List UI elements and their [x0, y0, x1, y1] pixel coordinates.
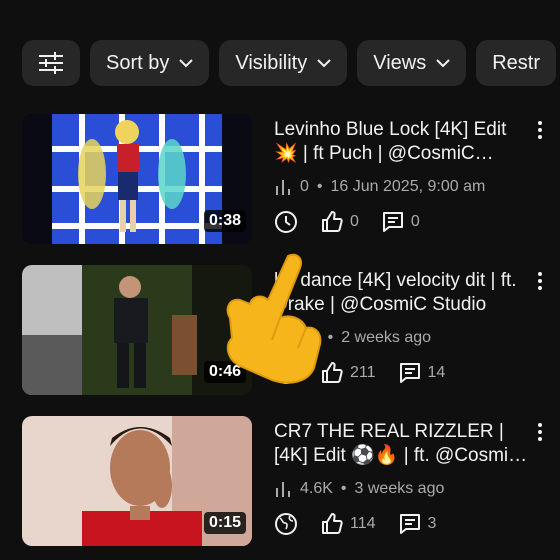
comment-icon — [382, 212, 403, 232]
video-thumbnail[interactable]: 0:38 — [22, 114, 252, 244]
more-options-button[interactable] — [530, 420, 550, 444]
pointing-hand-icon — [226, 253, 322, 384]
comment-icon — [399, 514, 420, 534]
video-duration: 0:15 — [203, 512, 246, 534]
video-stats: 114 3 — [274, 512, 530, 536]
clock-icon — [275, 211, 297, 233]
comment-count: 0 — [410, 213, 420, 230]
video-thumbnail[interactable]: 0:15 — [22, 416, 252, 546]
chevron-down-icon — [436, 59, 450, 68]
chevron-down-icon — [317, 59, 331, 68]
bar-chart-icon — [276, 482, 290, 497]
view-count: 4.6K — [300, 480, 333, 497]
video-stats: 0 0 — [274, 210, 530, 234]
visibility-label: Visibility — [235, 51, 308, 74]
like-count: 0 — [350, 213, 359, 230]
publish-date: 16 Jun 2025, 9:00 am — [330, 178, 486, 195]
more-options-button[interactable] — [530, 269, 550, 293]
visibility-chip[interactable]: Visibility — [219, 40, 348, 86]
filter-chip-bar: Sort by Visibility Views Restr — [22, 40, 560, 86]
video-meta: 0 • 16 Jun 2025, 9:00 am — [274, 176, 530, 198]
like-count: 211 — [350, 364, 376, 381]
bar-chart-icon — [276, 180, 290, 195]
chevron-down-icon — [179, 59, 194, 68]
video-info: CR7 THE REAL RIZZLER | [4K] Edit ⚽🔥 | ft… — [274, 420, 530, 536]
thumbs-up-icon — [322, 211, 343, 232]
sliders-icon — [39, 52, 63, 74]
video-meta: 4.6K • 3 weeks ago — [274, 478, 530, 500]
restrictions-chip[interactable]: Restr — [476, 40, 557, 86]
sort-by-label: Sort by — [106, 51, 170, 74]
video-list-item[interactable]: 0:38 Levinho Blue Lock [4K] Edit 💥 | ft … — [22, 114, 560, 244]
views-chip[interactable]: Views — [357, 40, 467, 86]
restrictions-label: Restr — [492, 51, 541, 74]
video-list-item[interactable]: 0:15 CR7 THE REAL RIZZLER | [4K] Edit ⚽🔥… — [22, 416, 560, 546]
comment-count: 14 — [427, 364, 446, 381]
video-info: Levinho Blue Lock [4K] Edit 💥 | ft Puch … — [274, 118, 530, 234]
meta-separator: • — [316, 178, 323, 195]
video-title[interactable]: Levinho Blue Lock [4K] Edit 💥 | ft Puch … — [274, 118, 530, 166]
filter-settings-button[interactable] — [22, 40, 80, 86]
sort-by-chip[interactable]: Sort by — [90, 40, 210, 86]
views-label: Views — [373, 51, 427, 74]
thumbs-up-icon — [322, 513, 343, 534]
video-duration: 0:38 — [203, 210, 246, 232]
comment-icon — [399, 363, 420, 383]
meta-separator: • — [340, 480, 347, 497]
video-title[interactable]: CR7 THE REAL RIZZLER | [4K] Edit ⚽🔥 | ft… — [274, 420, 530, 468]
more-options-button[interactable] — [530, 118, 550, 142]
like-count: 114 — [350, 515, 376, 532]
view-count: 0 — [300, 178, 309, 195]
comment-count: 3 — [427, 515, 437, 532]
publish-date: 2 weeks ago — [341, 329, 432, 346]
publish-date: 3 weeks ago — [354, 480, 445, 497]
globe-icon — [275, 513, 297, 535]
